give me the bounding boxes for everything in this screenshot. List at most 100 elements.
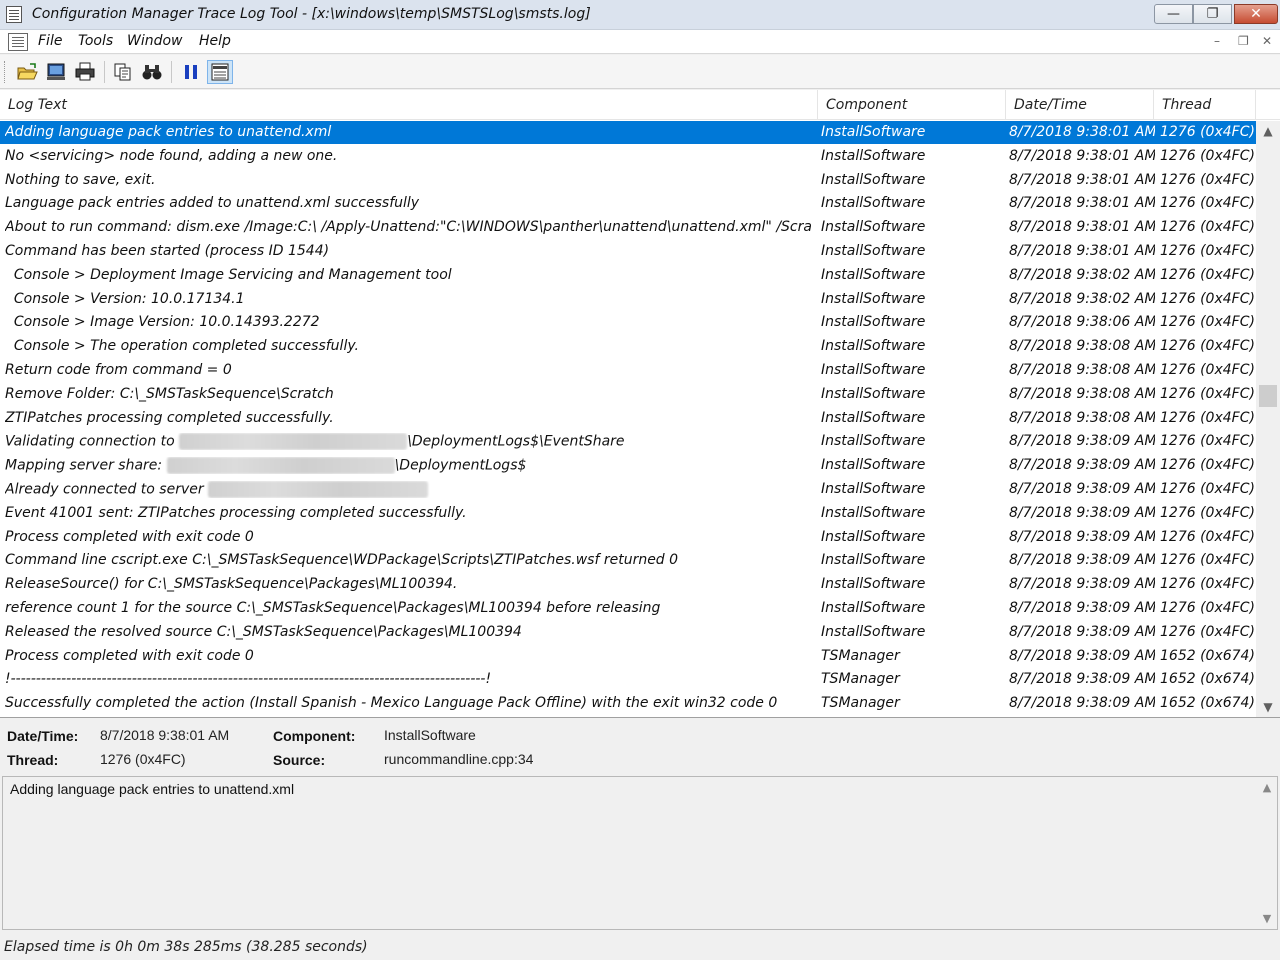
log-row[interactable]: Console > Deployment Image Servicing and… [0,264,1256,287]
component-cell: InstallSoftware [821,147,926,164]
status-text: Elapsed time is 0h 0m 38s 285ms (38.285 … [4,939,368,955]
log-row[interactable]: About to run command: dism.exe /Image:C:… [0,216,1256,239]
log-row[interactable]: Already connected to server InstallSoftw… [0,478,1256,501]
menu-tools[interactable]: Tools [78,33,113,49]
log-text: Mapping server share: [5,457,167,474]
datetime-cell: 8/7/2018 9:38:09 AM [1009,576,1155,593]
log-row[interactable]: Released the resolved source C:\_SMSTask… [0,621,1256,644]
datetime-value: 8/7/2018 9:38:01 AM [100,727,230,743]
log-row[interactable]: Command has been started (process ID 154… [0,240,1256,263]
thread-cell: 1276 (0x4FC) [1160,433,1255,450]
log-row[interactable]: Language pack entries added to unattend.… [0,192,1256,215]
mdi-minimize-button[interactable]: – [1214,34,1220,48]
thread-cell: 1276 (0x4FC) [1160,528,1255,545]
component-cell: TSManager [821,647,900,664]
scroll-thumb[interactable] [1259,385,1277,407]
thread-cell: 1276 (0x4FC) [1160,195,1255,212]
print-button[interactable] [72,60,98,84]
log-list[interactable]: Log Text Component Date/Time Thread Addi… [0,90,1280,718]
log-vertical-scrollbar[interactable]: ▲ ▼ [1256,121,1280,717]
datetime-cell: 8/7/2018 9:38:08 AM [1009,362,1155,378]
toolbar-separator [104,61,105,83]
datetime-cell: 8/7/2018 9:38:09 AM [1009,504,1155,521]
redacted-server-name [166,457,395,475]
log-row[interactable]: No <servicing> node found, adding a new … [0,145,1256,168]
datetime-cell: 8/7/2018 9:38:08 AM [1009,385,1155,402]
maximize-button[interactable]: ❐ [1193,4,1232,24]
component-cell: InstallSoftware [821,528,926,545]
thread-cell: 1652 (0x674) [1160,695,1255,712]
log-text: Return code from command = 0 [5,362,232,378]
menu-file[interactable]: File [38,33,62,49]
document-icon[interactable] [8,33,28,51]
log-text-cell: Console > Version: 10.0.17134.1 [5,291,811,307]
thread-cell: 1276 (0x4FC) [1160,338,1255,355]
log-row[interactable]: Console > Image Version: 10.0.14393.2272… [0,311,1256,334]
pause-button[interactable] [178,60,204,84]
column-header-datetime[interactable]: Date/Time [1006,90,1154,120]
copy-button[interactable] [110,60,136,84]
close-button[interactable]: ✕ [1234,4,1278,24]
toolbar-grip[interactable] [4,61,7,83]
mdi-close-button[interactable]: ✕ [1262,34,1272,48]
datetime-cell: 8/7/2018 9:38:08 AM [1009,338,1155,355]
monitor-icon [47,63,65,80]
scroll-up-icon[interactable]: ▲ [1256,121,1280,141]
thread-label: Thread: [7,752,59,768]
log-text: Command has been started (process ID 154… [5,243,330,259]
log-text-suffix: \DeploymentLogs$ [394,457,527,474]
log-row[interactable]: Console > Version: 10.0.17134.1 InstallSo… [0,288,1256,311]
component-cell: InstallSoftware [821,219,926,236]
thread-cell: 1276 (0x4FC) [1160,576,1255,593]
log-row[interactable]: Process completed with exit code 0 TSMana… [0,645,1256,668]
log-row[interactable]: ReleaseSource() for C:\_SMSTaskSequence\… [0,573,1256,596]
open-button[interactable] [14,60,40,84]
menu-window[interactable]: Window [127,33,183,49]
log-text: Console > Image Version: 10.0.14393.2272 [5,314,320,331]
log-text-cell: Console > Deployment Image Servicing and… [5,267,811,283]
log-row[interactable]: Remove Folder: C:\_SMSTaskSequence\Scrat… [0,383,1256,406]
message-scrollbar[interactable]: ▲ ▼ [1257,777,1277,929]
log-row[interactable]: ZTIPatches processing completed successf… [0,407,1256,430]
log-text-cell: Nothing to save, exit. [5,172,811,188]
log-row[interactable]: Command line cscript.exe C:\_SMSTaskSequ… [0,549,1256,572]
log-row[interactable]: Validating connection to \DeploymentLogs… [0,430,1256,453]
mdi-restore-button[interactable]: ❐ [1238,34,1249,48]
log-row[interactable]: Return code from command = 0 InstallSoftw… [0,359,1256,382]
component-cell: InstallSoftware [821,409,926,426]
column-header-log-text[interactable]: Log Text [0,90,818,120]
log-text-cell: Command line cscript.exe C:\_SMSTaskSequ… [5,552,811,568]
toolbar [0,55,1280,89]
scroll-down-icon[interactable]: ▼ [1256,697,1280,717]
log-row[interactable]: Process completed with exit code 0 Instal… [0,526,1256,549]
log-row[interactable]: !---------------------------------------… [0,668,1256,691]
log-row[interactable]: reference count 1 for the source C:\_SMS… [0,597,1256,620]
log-row[interactable]: Nothing to save, exit. InstallSoftware 8/7… [0,169,1256,192]
restore-icon: ❐ [1206,6,1219,22]
scroll-up-icon[interactable]: ▲ [1257,781,1277,794]
open-network-button[interactable] [43,60,69,84]
log-row[interactable]: Successfully completed the action (Insta… [0,692,1256,715]
message-text: Adding language pack entries to unattend… [10,781,295,797]
message-textbox[interactable]: Adding language pack entries to unattend… [2,776,1278,930]
scroll-down-icon[interactable]: ▼ [1257,912,1277,925]
highlight-button[interactable] [207,60,233,84]
log-row[interactable]: Mapping server share: \DeploymentLogs$ In… [0,454,1256,477]
column-header-component[interactable]: Component [818,90,1006,120]
component-cell: InstallSoftware [821,481,926,497]
log-row[interactable]: Event 41001 sent: ZTIPatches processing … [0,502,1256,525]
minimize-button[interactable]: — [1154,4,1193,24]
thread-value: 1276 (0x4FC) [100,751,186,767]
log-row[interactable]: Adding language pack entries to unattend… [0,121,1256,144]
menu-help[interactable]: Help [199,33,231,49]
component-cell: InstallSoftware [821,457,926,474]
column-header-thread[interactable]: Thread [1154,90,1256,120]
source-value: runcommandline.cpp:34 [384,751,534,767]
component-cell: InstallSoftware [821,290,926,307]
log-row[interactable]: Console > The operation completed succes… [0,335,1256,358]
log-text: Nothing to save, exit. [5,171,156,188]
log-text-cell: About to run command: dism.exe /Image:C:… [5,219,811,235]
log-text: Process completed with exit code 0 [5,647,254,664]
find-button[interactable] [139,60,165,84]
minimize-icon: — [1167,6,1180,22]
